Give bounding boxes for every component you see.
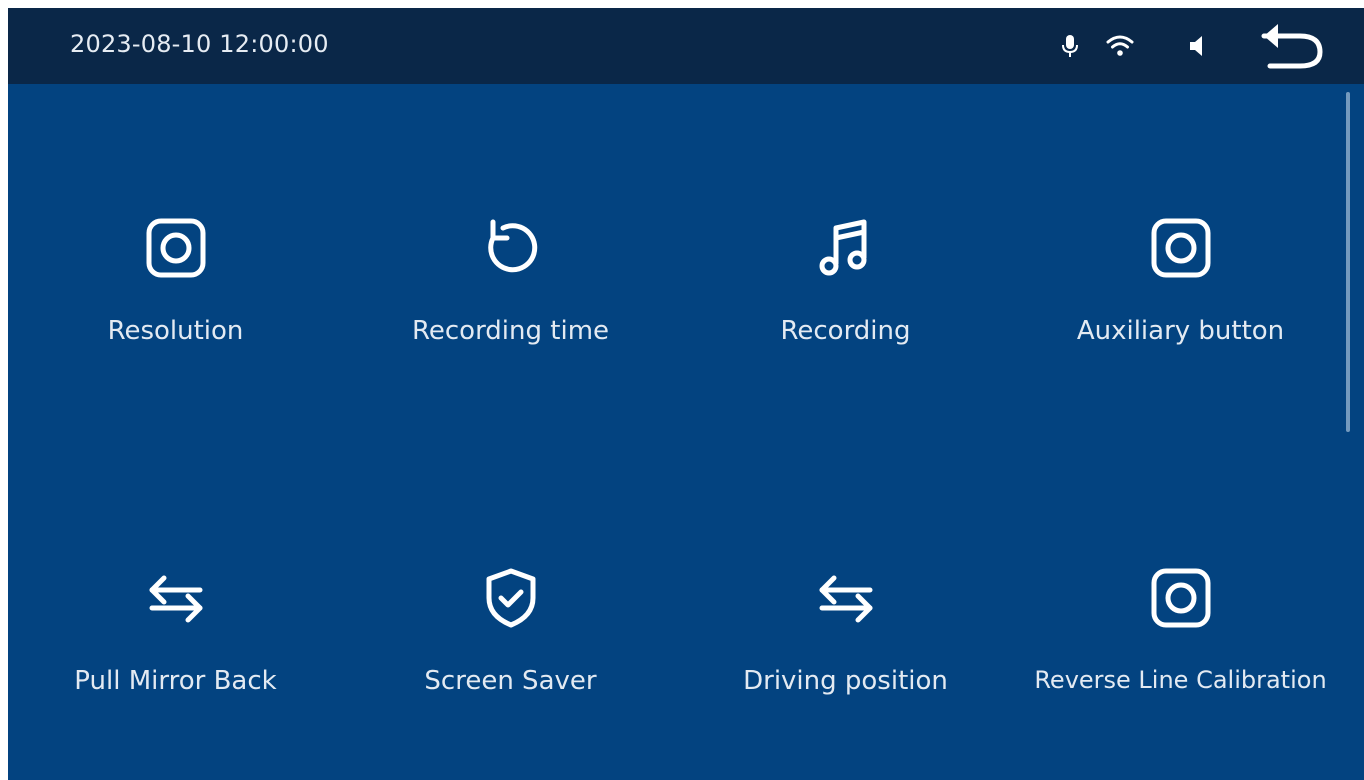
wifi-icon xyxy=(1106,32,1134,60)
microphone-icon xyxy=(1056,32,1084,60)
music-note-icon xyxy=(814,216,878,280)
menu-item-label: Recording xyxy=(780,316,911,346)
shield-check-icon xyxy=(479,566,543,630)
menu-item-screen-saver[interactable]: Screen Saver xyxy=(343,566,678,736)
menu-item-recording-time[interactable]: Recording time xyxy=(343,216,678,386)
datetime-display: 2023-08-10 12:00:00 xyxy=(70,30,329,58)
menu-item-label: Reverse Line Calibration xyxy=(1034,666,1327,694)
menu-item-label: Screen Saver xyxy=(424,666,597,696)
camera-icon xyxy=(144,216,208,280)
menu-item-label: Driving position xyxy=(743,666,948,696)
menu-item-label: Auxiliary button xyxy=(1076,316,1285,346)
menu-grid: Resolution Recording time Recording Auxi… xyxy=(8,84,1348,780)
menu-item-driving-position[interactable]: Driving position xyxy=(678,566,1013,736)
camera-icon xyxy=(1149,216,1213,280)
status-bar: 2023-08-10 12:00:00 xyxy=(8,8,1364,84)
menu-item-label: Recording time xyxy=(411,316,610,346)
back-button[interactable] xyxy=(1254,20,1330,72)
menu-item-pull-mirror-back[interactable]: Pull Mirror Back xyxy=(8,566,343,736)
menu-item-reverse-line-calibration[interactable]: Reverse Line Calibration xyxy=(1013,566,1348,736)
menu-item-resolution[interactable]: Resolution xyxy=(8,216,343,386)
camera-icon xyxy=(1149,566,1213,630)
menu-item-recording[interactable]: Recording xyxy=(678,216,1013,386)
swap-arrows-icon xyxy=(814,566,878,630)
menu-item-auxiliary-button[interactable]: Auxiliary button xyxy=(1013,216,1348,386)
settings-screen: 2023-08-10 12:00:00 Resolution Recording… xyxy=(8,8,1364,780)
rotate-icon xyxy=(479,216,543,280)
menu-item-label: Pull Mirror Back xyxy=(74,666,277,696)
speaker-icon xyxy=(1184,32,1212,60)
menu-item-label: Resolution xyxy=(107,316,244,346)
swap-arrows-icon xyxy=(144,566,208,630)
